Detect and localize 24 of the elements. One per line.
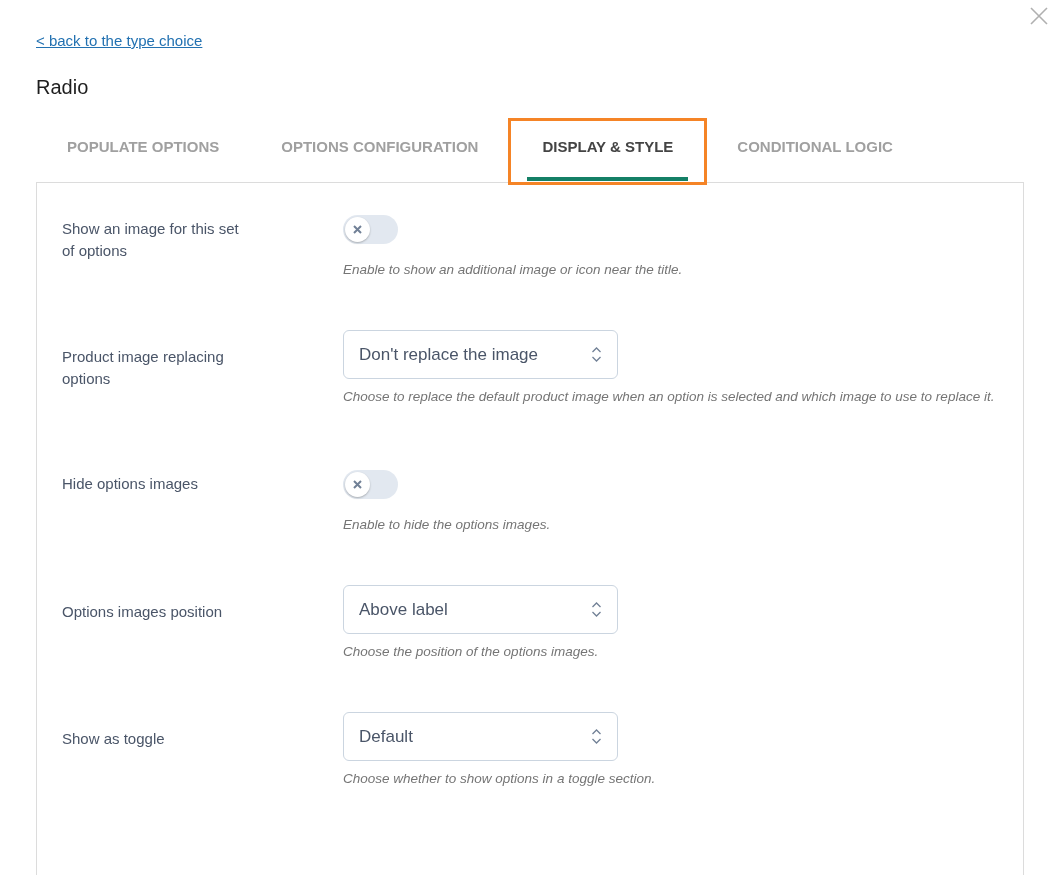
- setting-label: Show as toggle: [62, 729, 166, 749]
- cross-icon: [353, 225, 362, 234]
- setting-label: Product image replacing options: [62, 347, 225, 389]
- setting-label: Hide options images: [62, 474, 199, 494]
- chevron-updown-icon: [591, 728, 602, 745]
- setting-description: Enable to show an additional image or icon near the title.: [343, 261, 684, 279]
- setting-description: Choose whether to show options in a toggle section.: [343, 770, 657, 788]
- setting-description: Choose the position of the options images.: [343, 643, 600, 661]
- select-field[interactable]: Default: [343, 712, 618, 761]
- dialog-title: Radio: [36, 75, 90, 99]
- setting-label: Options images position: [62, 602, 224, 622]
- select-field[interactable]: Don't replace the image: [343, 330, 618, 379]
- back-link[interactable]: < back to the type choice: [36, 32, 203, 49]
- setting-description: Enable to hide the options images.: [343, 516, 552, 534]
- setting-label: Show an image for this set of options: [62, 219, 240, 261]
- select-field[interactable]: Above label: [343, 585, 618, 634]
- toggle-switch[interactable]: [343, 215, 398, 244]
- tab[interactable]: DISPLAY & STYLE: [511, 121, 705, 182]
- toggle-switch[interactable]: [343, 470, 398, 499]
- cross-icon: [353, 480, 362, 489]
- close-icon[interactable]: [1030, 7, 1048, 25]
- setting-description: Choose to replace the default product image when an option is selected and which image to use to replace it.: [343, 388, 996, 406]
- chevron-updown-icon: [591, 346, 602, 363]
- chevron-updown-icon: [591, 601, 602, 618]
